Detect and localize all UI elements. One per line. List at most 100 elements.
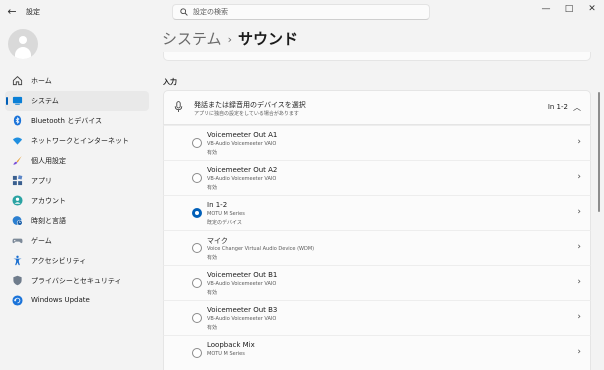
- device-name: Voicemeeter Out B3: [207, 306, 278, 314]
- sidebar-item-label: 個人用設定: [31, 157, 66, 165]
- device-status: 有効: [207, 325, 218, 331]
- sidebar-item-label: システム: [31, 97, 59, 105]
- input-device-list: Voicemeeter Out A1 VB-Audio Voicemeeter …: [163, 125, 591, 370]
- account-icon: [12, 195, 23, 206]
- sidebar-item-accounts[interactable]: アカウント: [5, 191, 149, 211]
- sidebar-item-system[interactable]: システム: [5, 91, 149, 111]
- gamepad-icon: [12, 238, 23, 244]
- radio-button[interactable]: [192, 243, 202, 253]
- chevron-right-icon[interactable]: ›: [577, 312, 581, 322]
- sidebar-item-label: アクセシビリティ: [31, 257, 87, 265]
- output-card-bottom-edge: [163, 52, 591, 61]
- close-button[interactable]: ✕: [582, 3, 602, 15]
- breadcrumb-parent[interactable]: システム: [162, 30, 222, 48]
- avatar-head-shape: [19, 36, 27, 44]
- list-item[interactable]: Voicemeeter Out B1 VB-Audio Voicemeeter …: [163, 265, 591, 300]
- input-selector-subtitle: アプリに独自の設定をしている場合があります: [194, 111, 299, 117]
- device-name: Voicemeeter Out A1: [207, 131, 278, 139]
- selection-indicator: [6, 97, 8, 105]
- device-name: Voicemeeter Out A2: [207, 166, 278, 174]
- device-status: 有効: [207, 255, 218, 261]
- sidebar-item-home[interactable]: ホーム: [5, 71, 149, 91]
- chevron-right-icon[interactable]: ›: [577, 242, 581, 252]
- back-button[interactable]: ←: [5, 5, 19, 19]
- avatar-body-shape: [15, 47, 31, 59]
- sidebar-item-label: ネットワークとインターネット: [31, 137, 129, 145]
- device-status: 有効: [207, 290, 218, 296]
- chevron-right-icon[interactable]: ›: [577, 207, 581, 217]
- apps-icon: [12, 175, 23, 186]
- list-item[interactable]: マイク Voice Changer Virtual Audio Device (…: [163, 230, 591, 265]
- scrollbar[interactable]: [598, 92, 600, 212]
- list-item[interactable]: Voicemeeter Out A2 VB-Audio Voicemeeter …: [163, 160, 591, 195]
- search-icon: [180, 8, 188, 16]
- globe-clock-icon: [12, 216, 23, 226]
- sidebar-item-personalization[interactable]: 個人用設定: [5, 151, 149, 171]
- sidebar-item-privacy[interactable]: プライバシーとセキュリティ: [5, 271, 149, 291]
- breadcrumb-separator: ›: [227, 33, 232, 46]
- chevron-up-icon[interactable]: ︿: [573, 102, 581, 113]
- device-detail: MOTU M Series: [207, 351, 245, 357]
- title-bar: ← 設定 — □ ✕: [0, 0, 604, 24]
- device-name: Voicemeeter Out B1: [207, 271, 278, 279]
- input-selector-title: 発話または録音用のデバイスを選択: [194, 101, 306, 109]
- radio-button[interactable]: [192, 173, 202, 183]
- device-detail: VB-Audio Voicemeeter VAIO: [207, 176, 277, 182]
- microphone-icon: [174, 101, 183, 112]
- accessibility-icon: [13, 255, 22, 266]
- sidebar-item-accessibility[interactable]: アクセシビリティ: [5, 251, 149, 271]
- sidebar-item-bluetooth[interactable]: Bluetooth とデバイス: [5, 111, 149, 131]
- sidebar-item-gaming[interactable]: ゲーム: [5, 231, 149, 251]
- brush-icon: [13, 156, 22, 165]
- app-title: 設定: [26, 8, 40, 16]
- chevron-right-icon[interactable]: ›: [577, 277, 581, 287]
- radio-button-selected[interactable]: [192, 208, 202, 218]
- list-item[interactable]: Voicemeeter Out B3 VB-Audio Voicemeeter …: [163, 300, 591, 335]
- minimize-button[interactable]: —: [536, 3, 556, 15]
- sidebar-item-label: プライバシーとセキュリティ: [31, 277, 122, 285]
- sidebar-item-label: アプリ: [31, 177, 52, 185]
- list-item[interactable]: Loopback Mix MOTU M Series ›: [163, 335, 591, 370]
- device-detail: VB-Audio Voicemeeter VAIO: [207, 281, 277, 287]
- radio-button[interactable]: [192, 278, 202, 288]
- chevron-right-icon[interactable]: ›: [577, 137, 581, 147]
- sidebar-item-label: Bluetooth とデバイス: [31, 117, 102, 125]
- sidebar-item-windows-update[interactable]: Windows Update: [5, 291, 149, 311]
- device-name: マイク: [207, 237, 228, 245]
- sidebar-nav: ホーム システム Bluetooth とデバイス ネットワークとインターネット …: [5, 71, 149, 311]
- list-item[interactable]: Voicemeeter Out A1 VB-Audio Voicemeeter …: [163, 125, 591, 160]
- page-title: サウンド: [237, 30, 298, 48]
- bluetooth-icon: [13, 115, 22, 126]
- selected-input-value: In 1-2: [547, 103, 568, 111]
- sidebar-item-label: ホーム: [31, 77, 52, 85]
- search-input[interactable]: [193, 6, 423, 18]
- chevron-right-icon[interactable]: ›: [577, 347, 581, 357]
- sidebar-item-time-language[interactable]: 時刻と言語: [5, 211, 149, 231]
- device-status: 有効: [207, 150, 218, 156]
- avatar[interactable]: [8, 29, 38, 59]
- chevron-right-icon[interactable]: ›: [577, 172, 581, 182]
- device-status: 有効: [207, 185, 218, 191]
- sidebar-item-label: Windows Update: [31, 296, 90, 304]
- home-icon: [12, 76, 23, 86]
- device-detail: Voice Changer Virtual Audio Device (WDM): [207, 246, 315, 252]
- sidebar-item-network[interactable]: ネットワークとインターネット: [5, 131, 149, 151]
- sidebar-item-label: ゲーム: [31, 237, 52, 245]
- maximize-button[interactable]: □: [559, 3, 579, 15]
- list-item[interactable]: In 1-2 MOTU M Series 既定のデバイス ›: [163, 195, 591, 230]
- radio-button[interactable]: [192, 313, 202, 323]
- input-device-selector[interactable]: 発話または録音用のデバイスを選択 アプリに独自の設定をしている場合があります I…: [163, 90, 591, 125]
- device-detail: VB-Audio Voicemeeter VAIO: [207, 316, 277, 322]
- sidebar-item-label: 時刻と言語: [31, 217, 66, 225]
- sidebar-item-apps[interactable]: アプリ: [5, 171, 149, 191]
- device-name: Loopback Mix: [207, 341, 255, 349]
- system-icon: [12, 96, 23, 105]
- update-icon: [12, 295, 23, 306]
- search-box[interactable]: [172, 4, 430, 20]
- wifi-icon: [12, 137, 23, 145]
- shield-icon: [13, 275, 22, 286]
- radio-button[interactable]: [192, 138, 202, 148]
- device-name: In 1-2: [207, 201, 228, 209]
- radio-button[interactable]: [192, 348, 202, 358]
- device-detail: VB-Audio Voicemeeter VAIO: [207, 141, 277, 147]
